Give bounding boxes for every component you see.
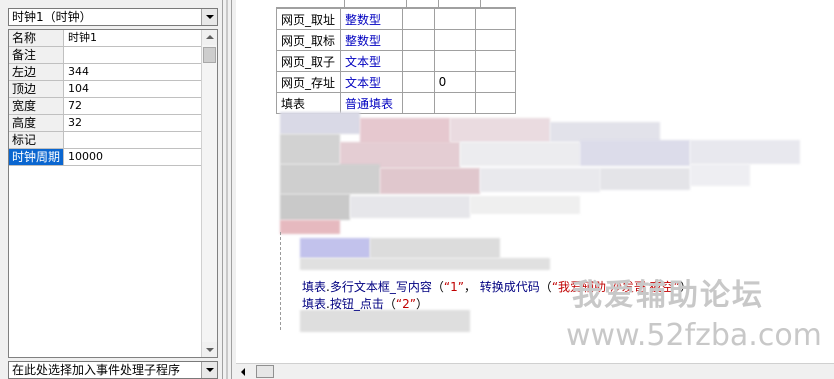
table-cell — [475, 71, 516, 93]
property-name: 时钟周期 — [9, 149, 64, 165]
property-row-selected[interactable]: 时钟周期 10000 — [9, 149, 202, 166]
table-row[interactable]: 网页_取标 整数型 — [276, 29, 516, 51]
scroll-thumb[interactable] — [256, 365, 274, 378]
table-cell-type: 整数型 — [339, 29, 403, 51]
block-guide-line — [280, 232, 281, 330]
table-row[interactable]: 网页_存址 文本型 0 — [276, 71, 516, 93]
code-method: 多行文本框_写内容 — [329, 280, 432, 294]
table-cell — [401, 8, 435, 30]
table-cell-type: 整数型 — [339, 8, 403, 30]
properties-panel: 时钟1（时钟） 名称 时钟1 备注 左边 344 顶边 104 宽度 72 高度… — [0, 0, 222, 379]
property-name: 顶边 — [9, 81, 64, 97]
table-row[interactable]: 填表 普通填表 — [276, 92, 516, 114]
property-value[interactable]: 344 — [65, 64, 201, 80]
code-paren: （ — [539, 280, 552, 294]
table-cell — [401, 71, 435, 93]
code-function: 转换成代码 — [479, 280, 540, 294]
table-cell — [401, 92, 435, 114]
table-cell: 0 — [433, 71, 477, 93]
table-cell — [433, 8, 477, 30]
code-paren: （ — [383, 297, 396, 311]
table-row[interactable]: 网页_取址 整数型 — [276, 8, 516, 30]
object-selector-value: 时钟1（时钟） — [12, 10, 92, 24]
table-cell-name: 网页_取标 — [276, 29, 341, 51]
property-name: 名称 — [9, 30, 64, 46]
table-cell — [475, 29, 516, 51]
scroll-down-arrow-icon[interactable] — [202, 342, 217, 357]
property-value[interactable] — [65, 132, 201, 148]
property-row[interactable]: 名称 时钟1 — [9, 30, 202, 47]
scroll-up-arrow-icon[interactable] — [202, 30, 217, 45]
property-row[interactable]: 备注 — [9, 47, 202, 64]
declarations-table: 网页_取址 整数型 网页_取标 整数型 网页_取子 文本型 网页_存址 文本型 … — [276, 8, 516, 114]
property-grid: 名称 时钟1 备注 左边 344 顶边 104 宽度 72 高度 32 标记 时… — [8, 29, 218, 358]
table-row[interactable]: 网页_取子 文本型 — [276, 50, 516, 72]
table-cell-type: 普通填表 — [339, 92, 403, 114]
table-cell-name: 填表 — [276, 92, 341, 114]
property-row[interactable]: 标记 — [9, 132, 202, 149]
table-cell-name: 网页_取子 — [276, 50, 341, 72]
property-name: 左边 — [9, 64, 64, 80]
property-value[interactable]: 104 — [65, 81, 201, 97]
property-name: 宽度 — [9, 98, 64, 114]
code-line-click-button[interactable]: 填表.按钮_点击（“2”） — [302, 295, 428, 312]
watermark-url: www.52fzba.com — [566, 318, 822, 353]
property-name: 高度 — [9, 115, 64, 131]
code-method: 按钮_点击 — [329, 297, 384, 311]
code-paren: ） — [415, 297, 428, 311]
chevron-down-icon[interactable] — [201, 9, 217, 25]
table-cell — [475, 92, 516, 114]
property-row[interactable]: 宽度 72 — [9, 98, 202, 115]
table-cell-name: 网页_存址 — [276, 71, 341, 93]
table-row-partial — [276, 0, 516, 8]
property-name: 备注 — [9, 47, 64, 63]
property-value[interactable] — [65, 47, 201, 63]
code-separator: ， — [463, 280, 480, 294]
property-value[interactable]: 72 — [65, 98, 201, 114]
property-row[interactable]: 高度 32 — [9, 115, 202, 132]
property-value[interactable]: 32 — [65, 115, 201, 131]
vertical-scrollbar[interactable] — [201, 30, 217, 357]
horizontal-scrollbar[interactable] — [236, 363, 834, 379]
table-cell — [475, 50, 516, 72]
property-value[interactable]: 时钟1 — [65, 30, 201, 46]
code-string: “2” — [395, 297, 416, 311]
property-row[interactable]: 顶边 104 — [9, 81, 202, 98]
table-cell-type: 文本型 — [339, 50, 403, 72]
table-cell-name: 网页_取址 — [276, 8, 341, 30]
table-cell — [433, 92, 477, 114]
property-name: 标记 — [9, 132, 64, 148]
table-cell — [401, 29, 435, 51]
table-cell — [475, 8, 516, 30]
chevron-down-icon[interactable] — [201, 362, 217, 378]
scroll-left-arrow-icon[interactable] — [236, 364, 252, 379]
object-selector[interactable]: 时钟1（时钟） — [8, 8, 218, 26]
code-object: 填表 — [302, 297, 327, 311]
code-object: 填表 — [302, 280, 327, 294]
property-row[interactable]: 左边 344 — [9, 64, 202, 81]
property-value[interactable]: 10000 — [65, 149, 201, 165]
scroll-thumb[interactable] — [203, 47, 216, 63]
table-cell-type: 文本型 — [339, 71, 403, 93]
panel-splitter[interactable] — [222, 0, 232, 379]
table-cell — [401, 50, 435, 72]
watermark-site-name: 我爱辅助论坛 — [572, 278, 764, 313]
table-cell — [433, 29, 477, 51]
table-cell — [433, 50, 477, 72]
event-selector-value: 在此处选择加入事件处理子程序 — [12, 363, 181, 377]
event-selector[interactable]: 在此处选择加入事件处理子程序 — [8, 361, 218, 379]
code-paren: （ — [431, 280, 444, 294]
code-string: “1” — [443, 280, 464, 294]
